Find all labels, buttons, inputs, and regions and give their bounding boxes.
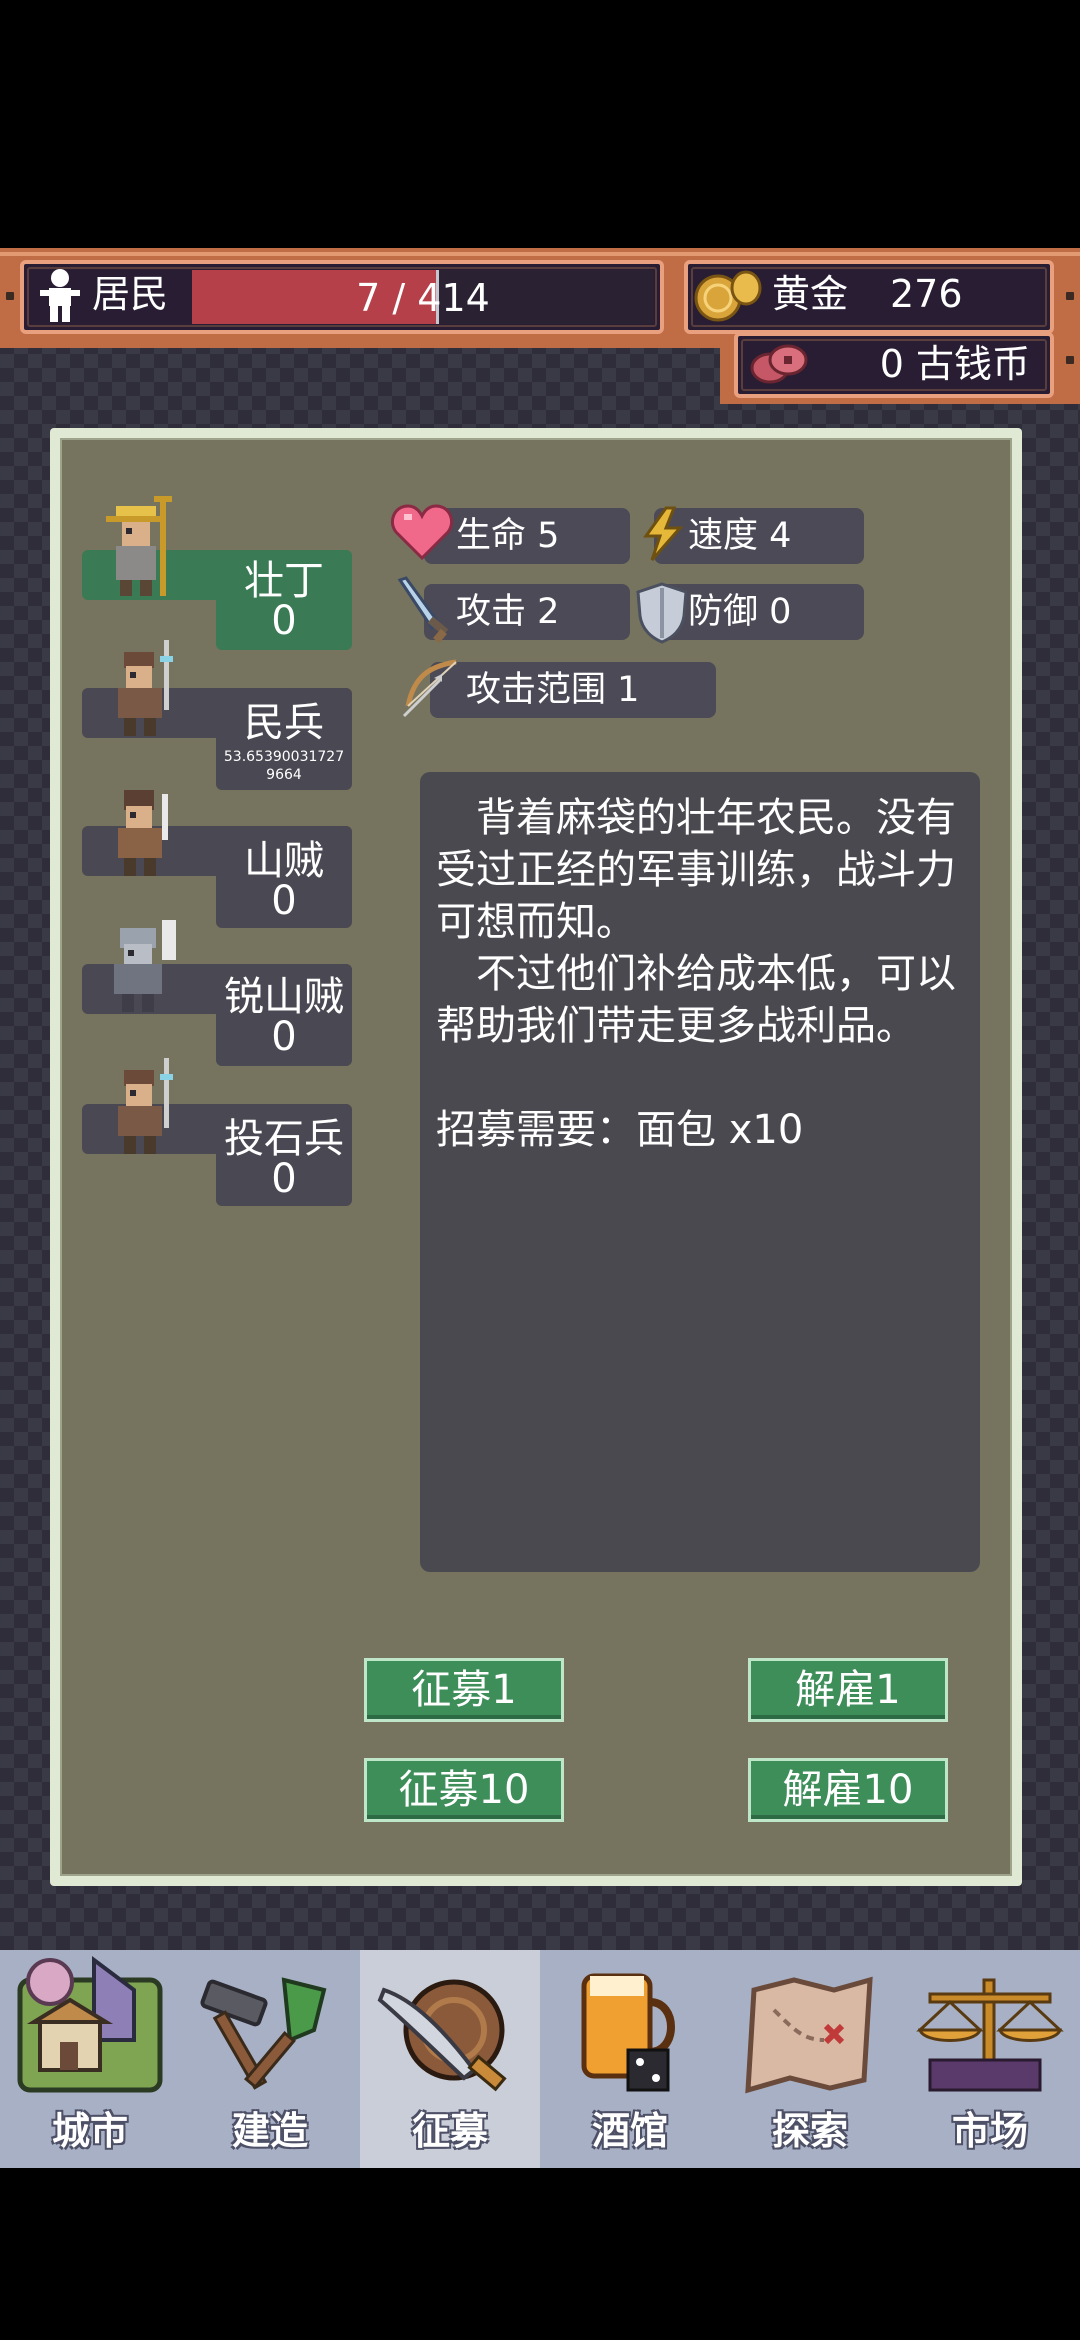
resident-person-icon [40, 269, 80, 322]
nav-item-tavern[interactable]: 酒馆 [540, 1950, 720, 2168]
unit-item-shanzei[interactable]: 山贼 0 [82, 776, 352, 932]
unit-toushibing-sprite-icon [118, 1058, 173, 1154]
unit-name: 民兵 [244, 700, 324, 746]
bow-range-icon [402, 659, 457, 718]
stat-defense-text: 防御 0 [688, 592, 792, 632]
tavern-icon [581, 1973, 675, 2092]
recruit-icon [377, 1979, 507, 2092]
unit-description-text: 背着麻袋的壮年农民。没有受过正经的军事训练，战斗力可想而知。 不过他们补给成本低… [436, 795, 956, 1153]
nav-item-recruit[interactable]: 征募 [360, 1950, 540, 2168]
nav-label: 市场 [951, 2109, 1028, 2153]
heart-icon [391, 504, 453, 561]
stat-attack-text: 攻击 2 [456, 592, 560, 632]
ancient-coins-value: 0 古钱币 [879, 342, 1030, 386]
nav-label: 征募 [411, 2109, 488, 2153]
unit-item-zhuangding[interactable]: 壮丁 0 [82, 496, 352, 652]
unit-ruishanzei-sprite-icon [114, 920, 176, 1012]
stat-hp-text: 生命 5 [456, 516, 560, 556]
explore-map-icon [745, 1976, 873, 2094]
city-icon [17, 1956, 163, 2093]
market-scale-icon [916, 1978, 1064, 2092]
unit-shanzei-sprite-icon [118, 790, 168, 876]
ancient-coin-icon [750, 344, 808, 384]
nav-label: 酒馆 [591, 2109, 668, 2153]
stat-range-text: 攻击范围 1 [466, 670, 640, 710]
gold-value: 276 [890, 272, 963, 316]
system-navigation-bar [0, 2168, 1080, 2340]
unit-count: 0 [271, 1156, 297, 1202]
recruit-1-button[interactable]: 征募1 [364, 1658, 564, 1722]
shield-icon [636, 582, 688, 644]
nav-item-explore[interactable]: 探索 [720, 1950, 900, 2168]
build-icon [200, 1977, 327, 2090]
nav-item-city[interactable]: 城市 [0, 1950, 180, 2168]
nav-item-market[interactable]: 市场 [900, 1950, 1080, 2168]
dismiss-1-button[interactable]: 解雇1 [748, 1658, 948, 1722]
nav-label: 建造 [231, 2109, 308, 2153]
residents-value: 7 / 414 [356, 276, 490, 320]
gold-label: 黄金 [772, 272, 849, 316]
unit-item-minbing[interactable]: 民兵 53.653900317279664 [82, 636, 352, 792]
unit-item-ruishanzei[interactable]: 锐山贼 0 [82, 914, 352, 1070]
sword-icon [397, 576, 449, 644]
unit-item-toushibing[interactable]: 投石兵 0 [82, 1054, 352, 1210]
nav-label: 探索 [771, 2109, 848, 2153]
residents-label: 居民 [92, 272, 169, 316]
unit-description-box: 背着麻袋的壮年农民。没有受过正经的军事训练，战斗力可想而知。 不过他们补给成本低… [420, 772, 980, 1572]
stat-speed-text: 速度 4 [688, 516, 792, 556]
gold-coins-icon [694, 270, 762, 322]
nav-item-build[interactable]: 建造 [180, 1950, 360, 2168]
dismiss-10-button[interactable]: 解雇10 [748, 1758, 948, 1822]
lightning-icon [643, 506, 684, 561]
unit-zhuangding-sprite-icon [106, 496, 172, 596]
recruit-10-button[interactable]: 征募10 [364, 1758, 564, 1822]
unit-minbing-sprite-icon [118, 640, 173, 736]
nav-label: 城市 [51, 2109, 128, 2153]
